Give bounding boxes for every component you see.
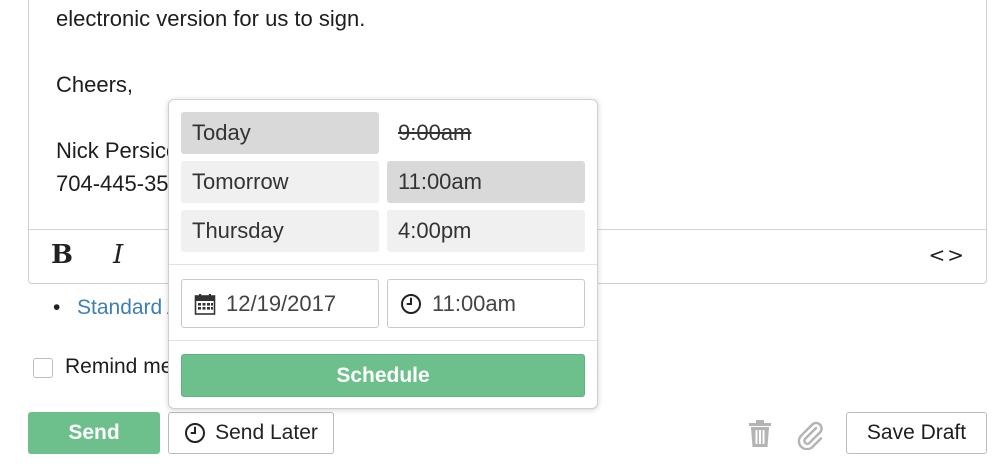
bullet-icon: • [53, 296, 61, 319]
time-value: 11:00am [432, 290, 516, 316]
remind-label: Remind me [65, 355, 173, 378]
remind-checkbox[interactable] [33, 358, 53, 378]
day-option-thursday[interactable]: Thursday [181, 210, 379, 252]
paperclip-icon[interactable] [795, 420, 825, 450]
italic-button[interactable]: I [113, 240, 123, 270]
time-input[interactable]: 11:00am [387, 279, 585, 328]
schedule-button[interactable]: Schedule [181, 354, 585, 397]
body-line: electronic version for us to sign. [56, 6, 366, 31]
time-option-label: 11:00am [398, 169, 482, 194]
clock-icon [401, 293, 421, 314]
trash-icon[interactable] [748, 420, 772, 448]
popup-divider [169, 340, 597, 341]
send-later-button[interactable]: Send Later [168, 412, 334, 454]
date-value: 12/19/2017 [226, 290, 337, 316]
time-option-11am[interactable]: 11:00am [387, 161, 585, 203]
send-later-label: Send Later [215, 421, 318, 444]
time-option-9am: 9:00am [387, 112, 585, 154]
body-line: Cheers, [56, 72, 134, 97]
day-option-label: Today [192, 120, 251, 145]
day-option-label: Thursday [192, 218, 284, 243]
date-input[interactable]: 12/19/2017 [181, 279, 379, 328]
clock-icon [185, 423, 206, 443]
save-draft-button[interactable]: Save Draft [846, 412, 987, 454]
day-option-label: Tomorrow [192, 169, 289, 194]
day-option-tomorrow[interactable]: Tomorrow [181, 161, 379, 203]
code-view-button[interactable]: <> [928, 243, 966, 267]
day-option-today[interactable]: Today [181, 112, 379, 154]
signature-name: Nick Persico [56, 138, 179, 163]
send-button[interactable]: Send [28, 412, 160, 454]
time-option-4pm[interactable]: 4:00pm [387, 210, 585, 252]
time-option-label: 9:00am [398, 120, 472, 145]
schedule-popup: Today 9:00am Tomorrow 11:00am Thursday 4… [168, 99, 598, 409]
calendar-icon [194, 293, 216, 315]
attachment-link[interactable]: Standard A [77, 296, 181, 320]
bold-button[interactable]: B [51, 240, 73, 270]
time-option-label: 4:00pm [398, 218, 472, 243]
popup-divider [169, 264, 597, 265]
